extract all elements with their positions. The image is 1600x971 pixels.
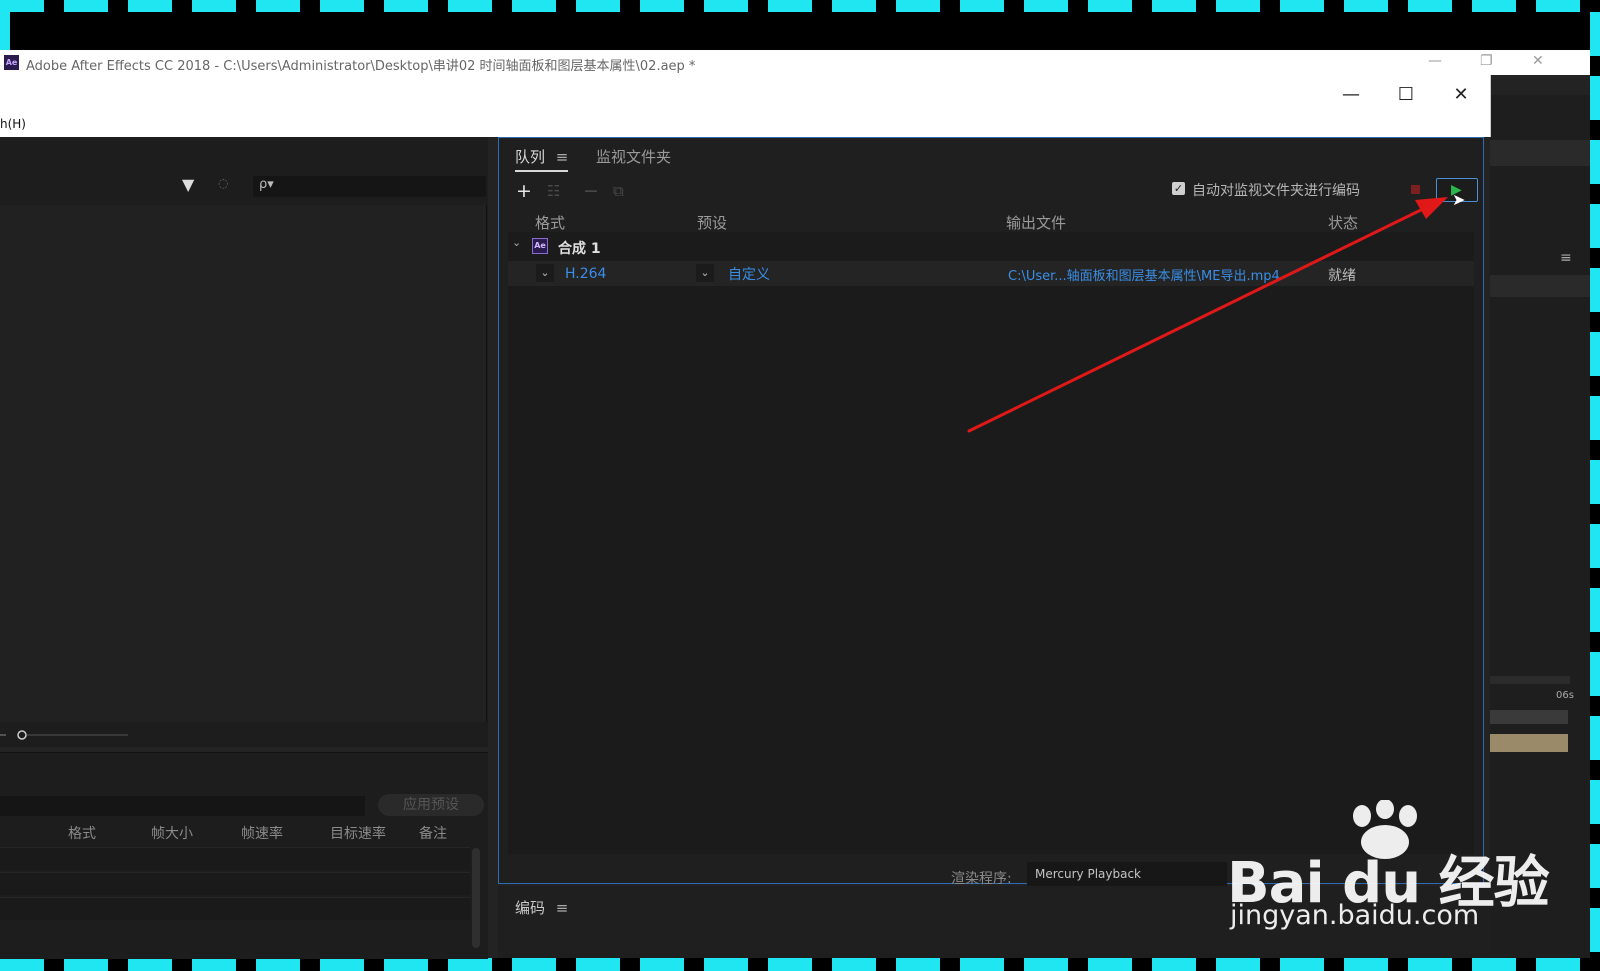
ae-restore-button[interactable]: ❐ xyxy=(1480,53,1493,69)
renderer-select[interactable]: Mercury Playback xyxy=(1027,862,1227,886)
col-format[interactable]: 格式 xyxy=(535,212,565,233)
watermark-url: jingyan.baidu.com xyxy=(1230,900,1480,931)
ame-minimize-button[interactable]: — xyxy=(1335,83,1367,107)
frame-border-top xyxy=(0,0,1600,12)
queue-group-row[interactable]: ⌄ xyxy=(508,234,1474,258)
col-status[interactable]: 状态 xyxy=(1328,212,1358,233)
tab-encoding-label: 编码 xyxy=(515,899,546,917)
ae-time-label: 06s xyxy=(1556,690,1574,701)
renderer-label: 渲染程序: xyxy=(951,871,1012,887)
apply-preset-button[interactable]: 应用预设 xyxy=(378,794,484,816)
ae-layer-bar[interactable] xyxy=(1490,710,1568,724)
preset-col-format[interactable]: 格式 xyxy=(68,823,96,843)
ae-title-bar: Ae Adobe After Effects CC 2018 - C:\User… xyxy=(0,50,1590,75)
preset-col-frame-rate[interactable]: 帧速率 xyxy=(241,823,283,843)
tab-encoding-menu-icon[interactable]: ≡ xyxy=(556,899,569,917)
preset-col-comment[interactable]: 备注 xyxy=(419,823,447,843)
zoom-slider[interactable] xyxy=(0,728,130,742)
remove-button[interactable]: − xyxy=(583,180,599,202)
preset-scrollbar[interactable] xyxy=(472,848,480,948)
composition-name: 合成 1 xyxy=(558,241,601,257)
ae-window-title: Adobe After Effects CC 2018 - C:\Users\A… xyxy=(26,59,696,74)
media-search-input[interactable]: ρ▾ xyxy=(253,176,486,197)
duplicate-button[interactable]: ⧉ xyxy=(613,182,624,200)
col-output-file[interactable]: 输出文件 xyxy=(1006,212,1066,233)
stop-queue-button[interactable] xyxy=(1411,185,1420,194)
queue-item-preset[interactable]: 自定义 xyxy=(728,264,770,284)
ae-composition-icon: Ae xyxy=(532,238,548,254)
preset-row[interactable] xyxy=(0,847,470,870)
ame-title-bar: — ☐ ✕ h(H) xyxy=(0,75,1491,137)
auto-encode-checkbox[interactable]: ✓ xyxy=(1172,182,1185,195)
filter-icon[interactable]: ▼ xyxy=(182,175,194,194)
tab-queue[interactable]: 队列 ≡ xyxy=(515,146,569,172)
ae-app-icon: Ae xyxy=(4,55,19,70)
ame-close-button[interactable]: ✕ xyxy=(1445,83,1477,107)
mouse-cursor-icon: ➤ xyxy=(1452,190,1466,209)
queue-item-status: 就绪 xyxy=(1328,268,1356,284)
preset-dropdown-icon[interactable]: ⌄ xyxy=(696,264,714,282)
ae-timeline-ruler xyxy=(1490,676,1570,684)
add-source-button[interactable]: + xyxy=(516,180,532,202)
preset-col-target-rate[interactable]: 目标速率 xyxy=(330,823,386,843)
ae-panel-row xyxy=(1490,275,1590,297)
ame-maximize-button[interactable]: ☐ xyxy=(1390,83,1422,107)
output-settings-button[interactable]: ☷ xyxy=(547,182,560,200)
preset-col-frame-size[interactable]: 帧大小 xyxy=(151,823,193,843)
menu-help[interactable]: h(H) xyxy=(0,117,26,131)
frame-border-right xyxy=(1590,12,1600,958)
ae-close-button[interactable]: ✕ xyxy=(1532,53,1544,69)
chevron-down-icon[interactable]: ⌄ xyxy=(512,236,521,249)
tab-watch-folders[interactable]: 监视文件夹 xyxy=(596,146,671,167)
queue-list xyxy=(508,232,1474,854)
media-browser-content xyxy=(0,205,487,722)
ae-panel-menu-icon[interactable]: ≡ xyxy=(1560,250,1572,266)
queue-item-output[interactable]: C:\User...轴面板和图层基本属性\ME导出.mp4 xyxy=(1008,265,1298,284)
col-preset[interactable]: 预设 xyxy=(697,212,727,233)
ae-layer-bar-selected[interactable] xyxy=(1490,734,1568,752)
tab-queue-menu-icon[interactable]: ≡ xyxy=(556,148,569,166)
preset-row[interactable] xyxy=(0,897,470,920)
ae-right-panel xyxy=(1490,95,1590,958)
format-dropdown-icon[interactable]: ⌄ xyxy=(536,264,554,282)
preset-row[interactable] xyxy=(0,872,470,895)
auto-encode-label: 自动对监视文件夹进行编码 xyxy=(1192,183,1360,199)
visibility-icon[interactable]: ◌ xyxy=(218,176,228,190)
preset-search-input[interactable] xyxy=(0,796,365,816)
queue-item-format[interactable]: H.264 xyxy=(565,266,606,282)
ae-panel-header xyxy=(1490,140,1590,166)
tab-encoding[interactable]: 编码 ≡ xyxy=(515,897,568,918)
search-icon: ρ▾ xyxy=(259,177,274,192)
ae-minimize-button[interactable]: — xyxy=(1428,53,1442,69)
tab-queue-label: 队列 xyxy=(515,148,546,166)
frame-border-bottom xyxy=(0,958,1600,971)
